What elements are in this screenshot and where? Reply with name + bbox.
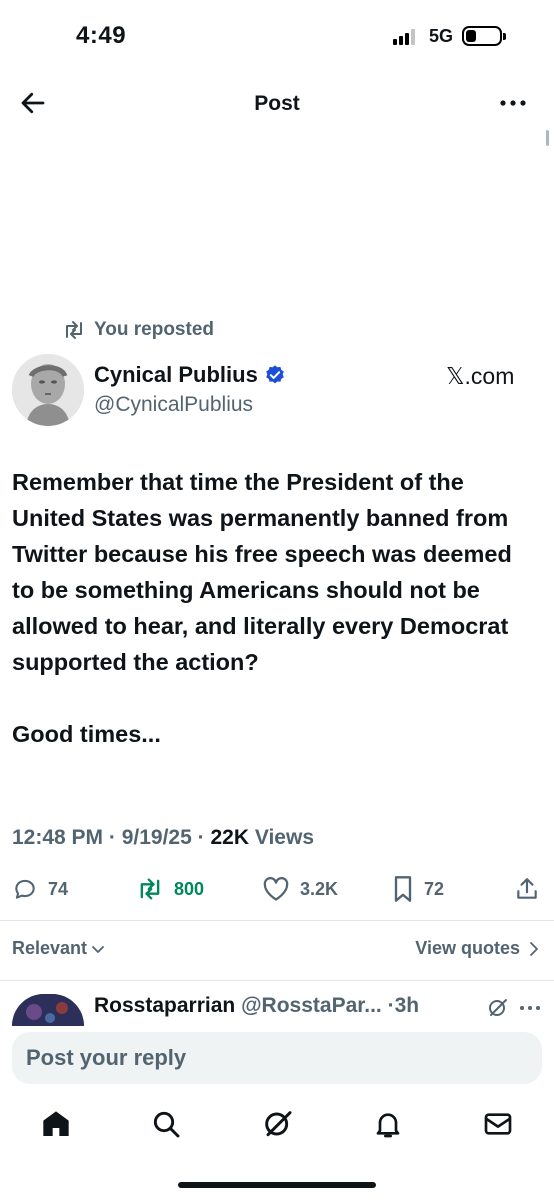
nav-home[interactable] [40,1108,72,1140]
author-handle[interactable]: @CynicalPublius [94,393,253,417]
tweet-time: 12:48 PM [12,826,104,849]
more-options-button[interactable] [498,90,528,116]
share-button[interactable] [514,874,540,904]
action-bar: 74 800 3.2K 72 [0,874,554,904]
reply-handle: @RosstaPar... [241,994,382,1017]
source-link[interactable]: 𝕏.com [446,363,514,390]
repost-indicator: You reposted [62,318,214,342]
grok-icon[interactable] [486,996,510,1020]
repost-icon [66,321,82,339]
repost-icon [140,878,160,900]
views-count: 22K [210,826,249,849]
back-button[interactable] [18,88,48,118]
repost-count: 800 [174,878,205,899]
bookmark-icon [394,876,412,902]
chevron-right-icon [530,941,538,956]
signal-icon [393,29,419,45]
tweet-date: 9/19/25 [121,826,192,849]
reply-input[interactable]: Post your reply [12,1032,542,1084]
chevron-down-icon [92,945,104,953]
divider [0,920,554,921]
home-indicator [178,1182,376,1188]
notifications-icon [376,1113,400,1138]
author-name-row[interactable]: Cynical Publius [94,362,286,388]
bookmark-count: 72 [424,878,445,899]
network-type: 5G [429,26,454,46]
reply-avatar[interactable] [12,994,84,1026]
like-count: 3.2K [300,878,339,899]
scrollbar[interactable] [546,130,549,146]
sort-label: Relevant [12,938,88,958]
grok-icon [265,1111,292,1137]
views-label: Views [254,826,314,849]
heart-icon [263,877,289,901]
divider [0,980,554,981]
view-quotes-link[interactable]: View quotes [415,938,540,959]
tweet-text: Remember that time the President of the … [12,469,512,747]
verified-badge-icon [266,365,284,384]
back-arrow-icon [21,92,45,114]
reply-time: ·3h [387,994,420,1017]
author-avatar[interactable] [12,354,84,426]
messages-icon [484,1113,512,1135]
bottom-nav [0,1100,554,1156]
status-time: 4:49 [76,22,127,49]
home-icon [43,1111,69,1136]
bookmark-button[interactable]: 72 [392,874,444,904]
share-icon [517,878,537,899]
reply-button[interactable]: 74 [12,874,68,904]
repost-button[interactable]: 800 [136,874,204,904]
status-bar: 4:49 5G [0,0,554,76]
nav-grok[interactable] [262,1108,294,1140]
battery-icon [462,26,506,46]
reply-author[interactable]: Rosstaparrian @RosstaPar... ·3h [94,994,419,1018]
nav-search[interactable] [150,1108,182,1140]
reply-icon [15,879,35,899]
view-quotes-label: View quotes [415,938,520,958]
nav-notifications[interactable] [372,1108,404,1140]
author-name[interactable]: Cynical Publius [94,362,258,388]
more-icon [520,1006,540,1010]
nav-messages[interactable] [482,1108,514,1140]
sort-dropdown[interactable]: Relevant [12,938,105,959]
reply-more-button[interactable] [518,996,542,1020]
like-button[interactable]: 3.2K [262,874,338,904]
repost-label: You reposted [94,319,214,340]
search-icon [153,1111,180,1138]
more-icon [500,100,526,106]
reply-count: 74 [48,878,69,899]
tweet-meta: 12:48 PM · 9/19/25 · 22K Views [12,826,314,849]
post-header: Post [0,76,554,132]
page-title: Post [254,92,300,115]
reply-name: Rosstaparrian [94,994,236,1017]
